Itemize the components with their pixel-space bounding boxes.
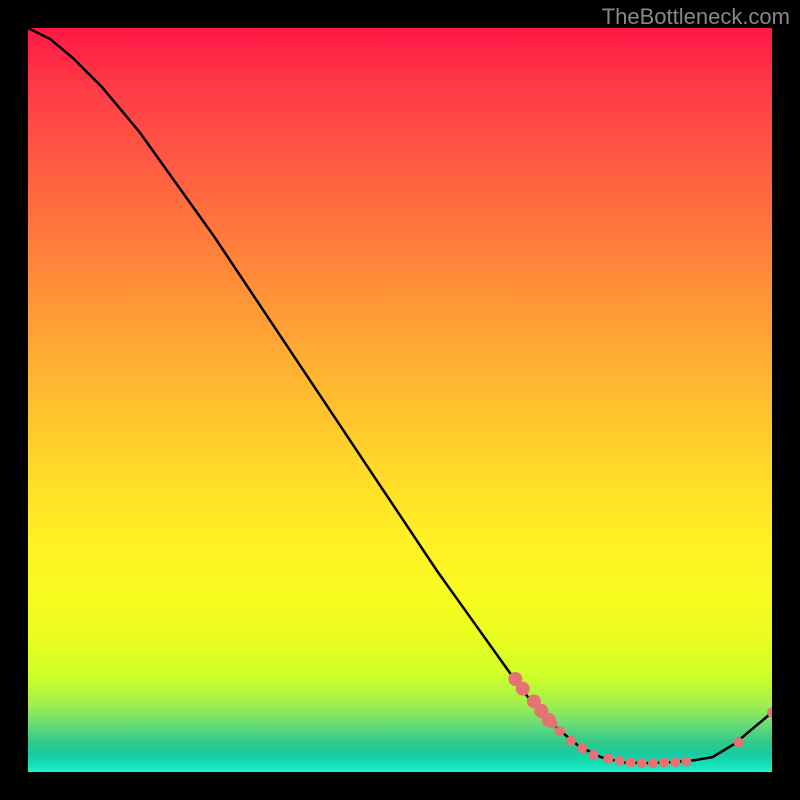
data-point	[548, 719, 558, 729]
data-point	[648, 758, 658, 768]
data-point	[555, 726, 565, 736]
data-point	[516, 682, 530, 696]
data-point	[566, 736, 576, 746]
data-point	[670, 757, 680, 767]
data-point	[603, 754, 613, 764]
chart-area	[28, 28, 772, 772]
data-point	[577, 743, 587, 753]
data-point	[681, 757, 691, 767]
data-point	[626, 757, 636, 767]
data-point	[659, 757, 669, 767]
data-point	[588, 750, 598, 760]
data-point	[637, 758, 647, 768]
curve-line	[28, 28, 772, 763]
watermark-text: TheBottleneck.com	[602, 4, 790, 30]
data-point	[734, 737, 744, 747]
chart-svg	[28, 28, 772, 772]
data-point	[614, 756, 624, 766]
